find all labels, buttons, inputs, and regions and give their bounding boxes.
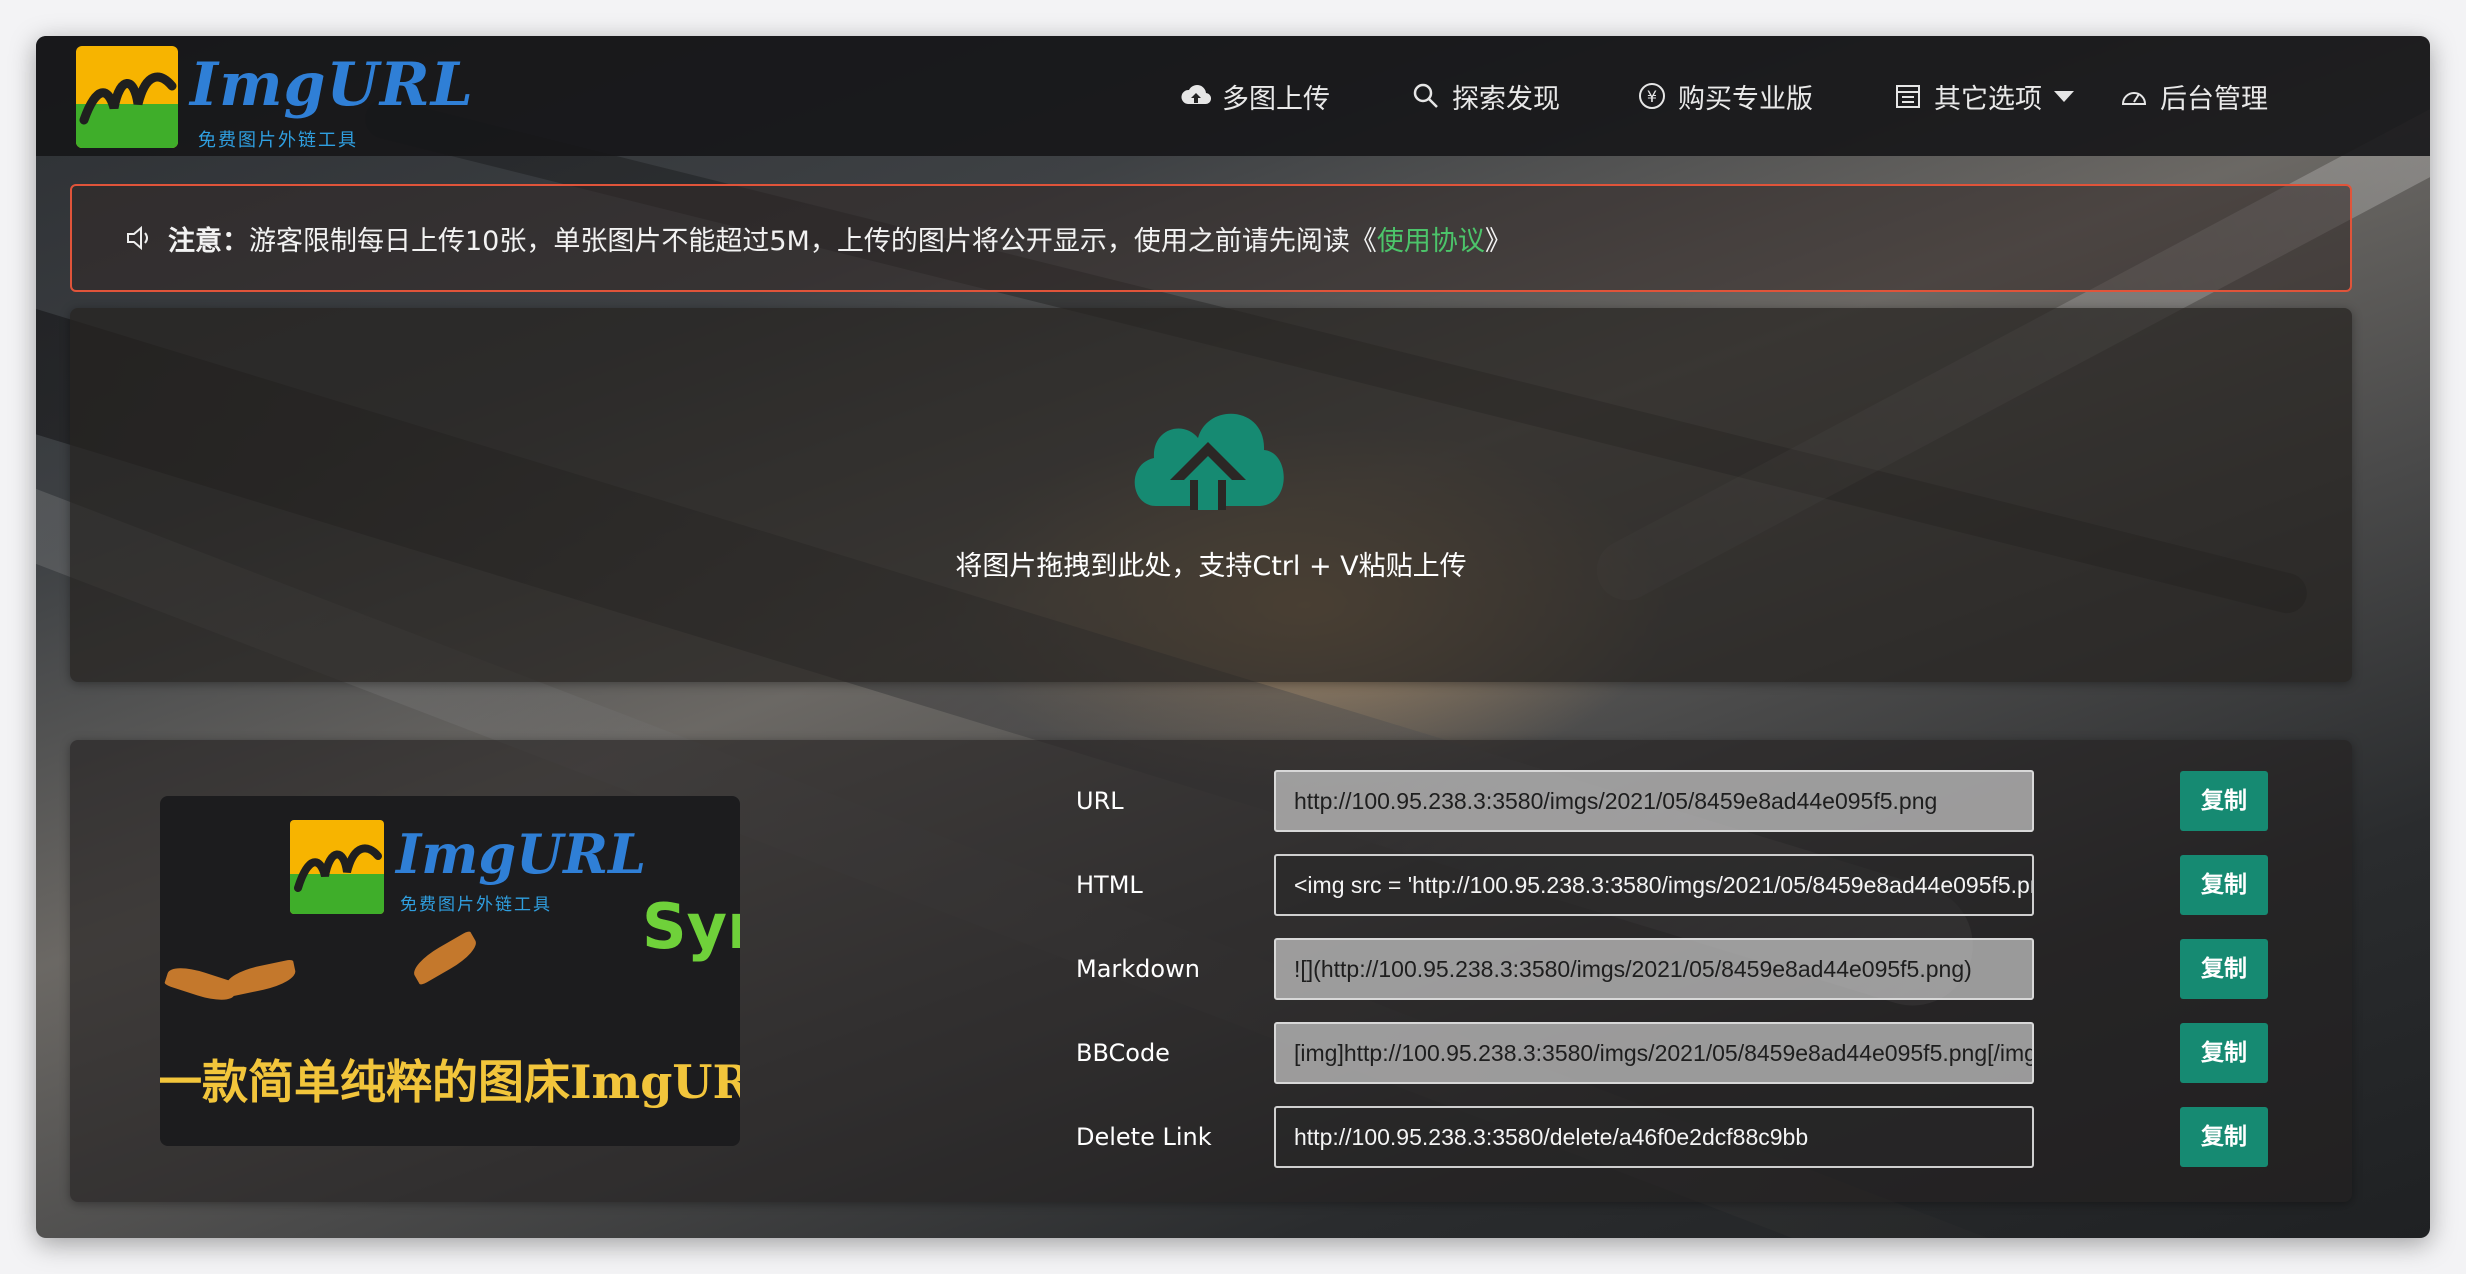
preview-logo-mark-icon bbox=[290, 820, 384, 914]
logo-mark-icon bbox=[76, 46, 178, 148]
uploaded-image-preview[interactable]: ImgURL 免费图片外链工具 Syn 一款简单纯粹的图床ImgURL bbox=[160, 796, 740, 1146]
nav-label: 其它选项 bbox=[1934, 83, 2042, 115]
search-icon bbox=[1413, 83, 1438, 108]
url-field[interactable]: http://100.95.238.3:3580/imgs/2021/05/84… bbox=[1274, 770, 2034, 832]
preview-title: ImgURL bbox=[396, 822, 647, 886]
leaf-decoration bbox=[408, 930, 482, 986]
top-navbar: ImgURL 免费图片外链工具 多图上传 探索发现 ¥ 购买专业版 其它选项 后… bbox=[36, 36, 2430, 156]
dashboard-gauge-icon bbox=[2121, 92, 2147, 105]
markdown-field[interactable]: ![](http://100.95.238.3:3580/imgs/2021/0… bbox=[1274, 938, 2034, 1000]
copy-markdown-button[interactable]: 复制 bbox=[2180, 939, 2268, 999]
terms-link[interactable]: 使用协议 bbox=[1377, 219, 1485, 258]
bbcode-field[interactable]: [img]http://100.95.238.3:3580/imgs/2021/… bbox=[1274, 1022, 2034, 1084]
copy-delete-link-button[interactable]: 复制 bbox=[2180, 1107, 2268, 1167]
leaf-decoration bbox=[224, 958, 298, 998]
nav-explore[interactable]: 探索发现 bbox=[1410, 36, 1560, 156]
cloud-upload-icon bbox=[1134, 413, 1284, 510]
link-label: Markdown bbox=[1076, 955, 1200, 983]
link-row-delete: Delete Link http://100.95.238.3:3580/del… bbox=[1076, 1106, 2376, 1168]
link-label: HTML bbox=[1076, 871, 1143, 899]
link-row-html: HTML <img src = 'http://100.95.238.3:358… bbox=[1076, 854, 2376, 916]
delete-link-field[interactable]: http://100.95.238.3:3580/delete/a46f0e2d… bbox=[1274, 1106, 2034, 1168]
speaker-icon bbox=[127, 225, 148, 251]
nav-buy-pro[interactable]: ¥ 购买专业版 bbox=[1636, 36, 1813, 156]
cloud-upload-icon bbox=[1181, 85, 1212, 105]
notice-banner: 注意： 游客限制每日上传10张，单张图片不能超过5M，上传的图片将公开显示，使用… bbox=[70, 184, 2352, 292]
link-row-markdown: Markdown ![](http://100.95.238.3:3580/im… bbox=[1076, 938, 2376, 1000]
preview-caption: 一款简单纯粹的图床ImgURL bbox=[160, 1055, 740, 1109]
nav-label: 购买专业版 bbox=[1678, 83, 1813, 115]
nav-label: 探索发现 bbox=[1452, 83, 1560, 115]
nav-multi-upload[interactable]: 多图上传 bbox=[1180, 36, 1330, 156]
copy-html-button[interactable]: 复制 bbox=[2180, 855, 2268, 915]
html-field[interactable]: <img src = 'http://100.95.238.3:3580/img… bbox=[1274, 854, 2034, 916]
nav-admin[interactable]: 后台管理 bbox=[2118, 36, 2268, 156]
link-row-url: URL http://100.95.238.3:3580/imgs/2021/0… bbox=[1076, 770, 2376, 832]
calendar-icon bbox=[1896, 85, 1920, 108]
copy-bbcode-button[interactable]: 复制 bbox=[2180, 1023, 2268, 1083]
nav-label: 多图上传 bbox=[1222, 83, 1330, 115]
link-label: BBCode bbox=[1076, 1039, 1170, 1067]
nav-other-options[interactable]: 其它选项 bbox=[1892, 36, 2076, 156]
link-label: URL bbox=[1076, 787, 1124, 815]
nav-label: 后台管理 bbox=[2160, 83, 2268, 115]
browser-window: ImgURL 免费图片外链工具 多图上传 探索发现 ¥ 购买专业版 其它选项 后… bbox=[36, 36, 2430, 1238]
copy-url-button[interactable]: 复制 bbox=[2180, 771, 2268, 831]
upload-result-panel: ImgURL 免费图片外链工具 Syn 一款简单纯粹的图床ImgURL URL … bbox=[70, 740, 2352, 1202]
notice-text: 游客限制每日上传10张，单张图片不能超过5M，上传的图片将公开显示，使用之前请先… bbox=[249, 225, 1377, 257]
logo-subtitle: 免费图片外链工具 bbox=[198, 130, 358, 151]
site-logo[interactable]: ImgURL 免费图片外链工具 bbox=[76, 46, 473, 151]
preview-subtitle: 免费图片外链工具 bbox=[400, 895, 552, 915]
logo-text: ImgURL bbox=[190, 50, 474, 120]
svg-text:¥: ¥ bbox=[1647, 87, 1657, 106]
preview-side-text: Syn bbox=[642, 890, 740, 963]
link-label: Delete Link bbox=[1076, 1123, 1212, 1151]
notice-suffix: 》 bbox=[1484, 225, 1512, 257]
chevron-down-icon bbox=[2054, 91, 2074, 102]
link-row-bbcode: BBCode [img]http://100.95.238.3:3580/img… bbox=[1076, 1022, 2376, 1084]
notice-label: 注意： bbox=[168, 225, 249, 257]
yen-circle-icon: ¥ bbox=[1639, 83, 1665, 109]
upload-dropzone[interactable]: 将图片拖拽到此处，支持Ctrl + V粘贴上传 bbox=[70, 308, 2352, 682]
upload-hint: 将图片拖拽到此处，支持Ctrl + V粘贴上传 bbox=[955, 551, 1467, 582]
